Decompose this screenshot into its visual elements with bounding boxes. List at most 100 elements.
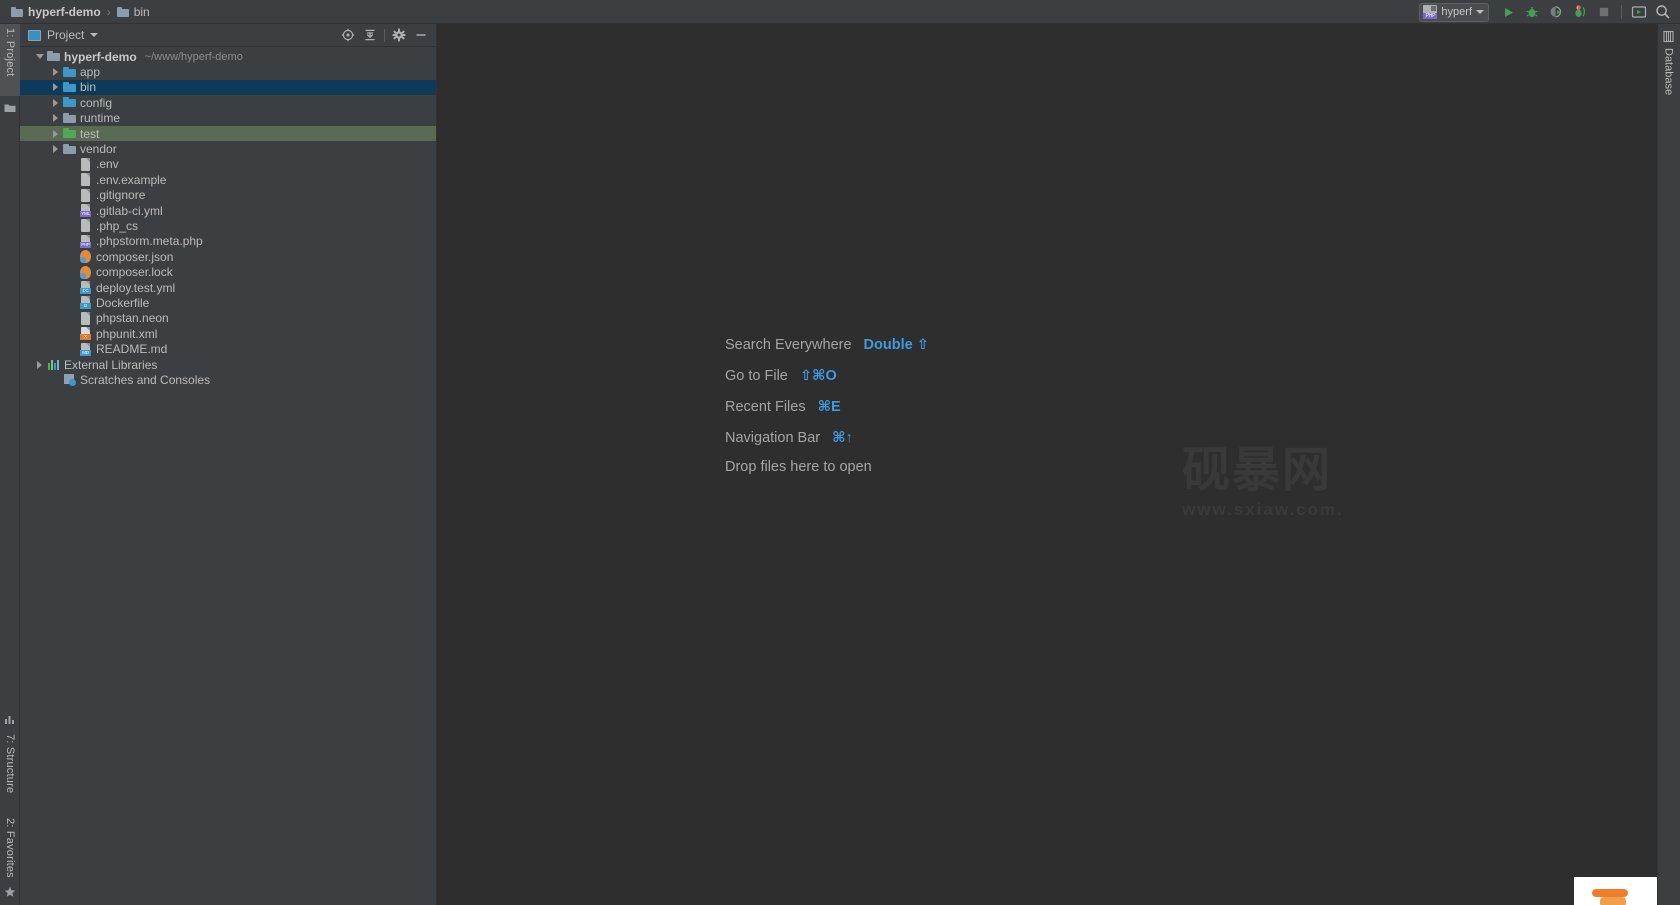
chevron-right-icon[interactable] [34,359,45,370]
folder-icon [63,143,76,156]
breadcrumb-label: hyperf-demo [28,4,101,19]
external-libraries-icon [47,358,60,371]
shortcut-hint-name: Go to File [725,368,788,384]
tree-row[interactable]: bin [20,79,436,96]
tree-row[interactable]: runtime [20,111,436,126]
file-icon [79,219,92,233]
sidebar-item-project[interactable]: 1: Project [0,24,20,96]
svg-text:!: ! [1577,5,1578,10]
breadcrumb-item-bin[interactable]: bin [114,0,153,24]
composer-file-icon [79,250,92,264]
toolbar-actions: PHP hyperf ! [1419,0,1674,24]
folder-icon [116,6,129,17]
tree-row[interactable]: composer.lock [20,264,436,279]
tree-row[interactable]: hyperf-demo ~/www/hyperf-demo [20,49,436,64]
tree-row[interactable]: D Dockerfile [20,295,436,310]
shortcut-hint-name: Recent Files [725,399,806,415]
tree-row[interactable]: .php_cs [20,218,436,233]
tree-row[interactable]: DC deploy.test.yml [20,280,436,295]
stop-button[interactable] [1593,1,1615,23]
file-icon [79,311,92,325]
tree-row[interactable]: phpstan.neon [20,311,436,326]
tree-row-label: bin [80,80,97,95]
folder-icon [63,112,76,125]
tree-row-label: composer.lock [96,265,173,280]
shortcut-hint-key: ⌘↑ [832,430,853,446]
file-icon [79,188,92,202]
chevron-right-icon[interactable] [50,144,61,155]
shortcut-hint-row: Navigation Bar ⌘↑ [725,430,929,461]
tree-row[interactable]: MD README.md [20,341,436,356]
chevron-right-icon[interactable] [50,97,61,108]
project-tree[interactable]: hyperf-demo ~/www/hyperf-demo app bin config… [20,47,436,905]
run-button[interactable] [1497,1,1519,23]
minimize-button[interactable] [410,24,432,46]
settings-button[interactable] [388,24,410,46]
tree-row[interactable]: app [20,64,436,79]
shortcut-hint-row: Go to File ⇧⌘O [725,368,929,399]
run-triangle-icon [1504,7,1513,17]
profile-button[interactable]: ! [1569,1,1591,23]
tree-row[interactable]: PHP .phpstorm.meta.php [20,234,436,249]
corner-popup-card[interactable] [1574,877,1657,905]
tree-row[interactable]: .env [20,157,436,172]
scratches-icon [63,373,76,387]
breadcrumb-item-project[interactable]: hyperf-demo [8,0,104,24]
tree-row[interactable]: External Libraries [20,357,436,372]
tree-row[interactable]: config [20,95,436,110]
tree-row-path: ~/www/hyperf-demo [144,50,243,63]
search-icon [1656,5,1670,19]
chevron-right-icon[interactable] [50,67,61,78]
tree-row[interactable]: Xphpunit.xml [20,326,436,341]
chevron-down-icon[interactable] [34,51,45,62]
project-view-icon [28,29,41,41]
chevron-down-icon[interactable] [90,33,99,37]
file-icon: D [79,296,92,310]
run-configuration-selector[interactable]: PHP hyperf [1419,2,1489,22]
tree-row[interactable]: YML .gitlab-ci.yml [20,203,436,218]
tree-row[interactable]: test [20,125,436,142]
folder-icon [63,66,76,79]
watermark: 砚暴网 www.sxiaw.com. [1182,444,1344,520]
tree-row[interactable]: .env.example [20,172,436,187]
sidebar-item-database[interactable]: Database [1657,30,1680,95]
folder-icon [63,127,76,140]
shortcut-hint-row: Search Everywhere Double ⇧ [725,337,929,368]
breadcrumb-label: bin [133,4,150,19]
tree-row-label: .env.example [96,172,167,187]
file-icon [79,157,92,171]
tree-row-label: composer.json [96,249,174,264]
chevron-right-icon[interactable] [50,128,61,139]
search-button[interactable] [1652,1,1674,23]
tree-row[interactable]: Scratches and Consoles [20,372,436,387]
tree-row[interactable]: vendor [20,141,436,156]
chevron-down-icon [1476,10,1484,14]
terminal-button[interactable] [1628,1,1650,23]
tree-row[interactable]: composer.json [20,249,436,264]
scroll-from-source-button[interactable] [337,24,359,46]
left-tool-stripe: 1: Project 7: Structure 2: Favorites [0,24,20,905]
project-panel-header: Project [20,24,436,47]
tree-row-label: README.md [96,342,168,357]
minimize-icon [416,34,426,36]
run-with-coverage-button[interactable] [1545,1,1567,23]
shortcut-hint-row: Recent Files ⌘E [725,399,929,430]
tree-row-label: Scratches and Consoles [80,372,211,387]
chevron-right-icon[interactable] [50,82,61,93]
tree-row-label: .env [96,157,119,172]
collapse-all-button[interactable] [359,24,381,46]
sidebar-item-label: 7: Structure [4,734,16,794]
tree-row-label: test [80,126,100,141]
coverage-icon [1550,6,1562,18]
editor-empty-area[interactable]: Search Everywhere Double ⇧ Go to File ⇧⌘O Re… [437,24,1657,905]
sidebar-item-structure[interactable]: 7: Structure [0,730,20,814]
tree-row-label: .gitignore [96,188,146,203]
shortcut-hint-name: Navigation Bar [725,430,821,446]
debug-button[interactable] [1521,1,1543,23]
tree-row[interactable]: .gitignore [20,188,436,203]
structure-icon [5,716,14,724]
chevron-right-icon[interactable] [50,113,61,124]
